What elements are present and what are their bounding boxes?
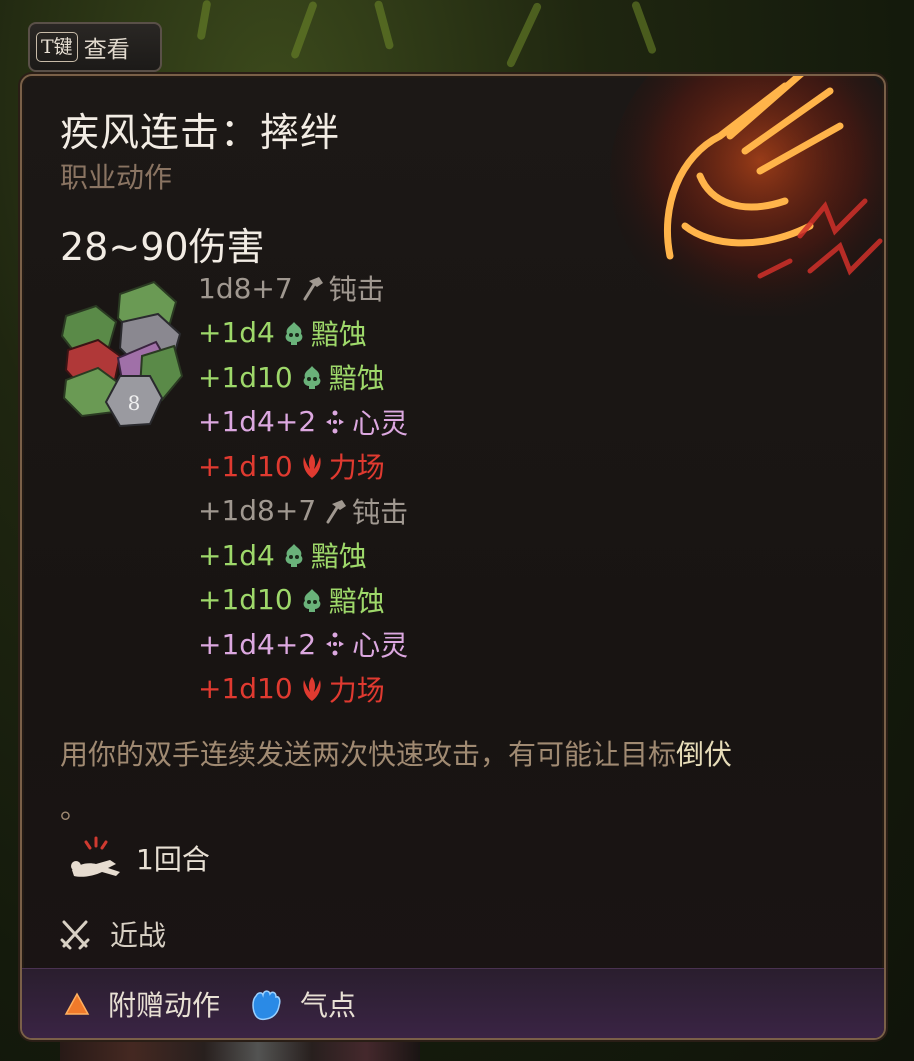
damage-line: +1d10 力场: [198, 444, 408, 489]
damage-dice: 1d8+7: [198, 271, 293, 305]
damage-line: +1d4+2 心灵: [198, 622, 408, 667]
damage-dice: +1d10: [198, 672, 293, 706]
damage-dice: +1d4+2: [198, 627, 317, 661]
damage-type: 黯蚀: [310, 540, 367, 574]
inspect-key-hint[interactable]: T键 查看: [28, 22, 162, 72]
flurry-hand-icon: [610, 76, 884, 316]
t-key-badge: T键: [36, 32, 78, 62]
duration-row: 1回合: [66, 834, 210, 882]
force-icon: [299, 453, 325, 479]
duration-text: 1回合: [136, 843, 210, 876]
bonus-action-label: 附赠动作: [108, 988, 221, 1022]
ki-point-fist-icon: [252, 989, 281, 1020]
prone-keyword[interactable]: 倒伏: [676, 738, 732, 771]
range-row: 近战: [60, 914, 166, 954]
damage-type: 力场: [328, 673, 385, 707]
damage-total: 28~90伤害: [60, 225, 265, 269]
necrotic-skull-icon: [281, 320, 307, 346]
bludgeoning-hammer-icon: [299, 275, 325, 301]
bludgeoning-hammer-icon: [322, 498, 348, 524]
damage-line: +1d10 黯蚀: [198, 355, 408, 400]
damage-type: 心灵: [352, 629, 409, 663]
necrotic-skull-icon: [299, 587, 325, 613]
action-cost-footer: 附赠动作 气点: [22, 968, 884, 1038]
damage-line: +1d8+7 钝击: [198, 489, 408, 534]
damage-dice: +1d10: [198, 449, 293, 483]
damage-type: 钝击: [328, 273, 385, 307]
damage-dice: +1d10: [198, 360, 293, 394]
damage-dice: +1d4: [198, 538, 275, 572]
action-title: 疾风连击：摔绊: [60, 111, 341, 156]
background-leaf: [196, 0, 212, 41]
background-leaf: [505, 1, 543, 69]
damage-dice: +1d8+7: [198, 494, 317, 528]
background-leaf: [630, 0, 658, 55]
damage-type: 心灵: [352, 406, 409, 440]
necrotic-skull-icon: [281, 542, 307, 568]
range-text: 近战: [110, 919, 167, 952]
bonus-action-triangle-icon: [64, 991, 90, 1015]
background-leaf: [289, 0, 319, 60]
description-text: 用你的双手连续发送两次快速攻击，有可能让目标: [60, 738, 677, 771]
damage-line: +1d4 黯蚀: [198, 311, 408, 356]
damage-breakdown-list: 1d8+7 钝击 +1d4 黯蚀 +1d10 黯蚀 +1d4+2 心灵 +1d1…: [198, 266, 408, 711]
action-description: 用你的双手连续发送两次快速攻击，有可能让目标倒伏。: [60, 728, 850, 836]
dice-pile-icon: 8: [60, 280, 184, 428]
inspect-label: 查看: [83, 37, 130, 63]
prone-figure-icon: [71, 836, 120, 877]
description-end: 。: [60, 792, 89, 825]
force-icon: [299, 676, 325, 702]
psychic-icon: [322, 409, 348, 435]
necrotic-skull-icon: [299, 364, 325, 390]
damage-type: 黯蚀: [328, 584, 385, 618]
svg-text:8: 8: [128, 391, 141, 415]
damage-type: 力场: [328, 451, 385, 485]
action-category: 职业动作: [60, 161, 173, 194]
ki-point-label: 气点: [300, 988, 357, 1022]
damage-line: +1d10 黯蚀: [198, 578, 408, 623]
damage-type: 黯蚀: [310, 317, 367, 351]
action-tooltip: 疾风连击：摔绊 职业动作 28~90伤害 8 1d8+7 钝击 +1d4 黯蚀 …: [20, 74, 886, 1040]
damage-type: 钝击: [352, 495, 409, 529]
damage-line: +1d4+2 心灵: [198, 400, 408, 445]
damage-dice: +1d4+2: [198, 405, 317, 439]
crossed-swords-icon: [60, 920, 90, 950]
damage-dice: +1d10: [198, 583, 293, 617]
damage-type: 黯蚀: [328, 362, 385, 396]
damage-dice: +1d4: [198, 316, 275, 350]
psychic-icon: [322, 631, 348, 657]
damage-line: +1d10 力场: [198, 667, 408, 712]
damage-line: 1d8+7 钝击: [198, 266, 408, 311]
damage-line: +1d4 黯蚀: [198, 533, 408, 578]
background-leaf: [373, 0, 395, 51]
